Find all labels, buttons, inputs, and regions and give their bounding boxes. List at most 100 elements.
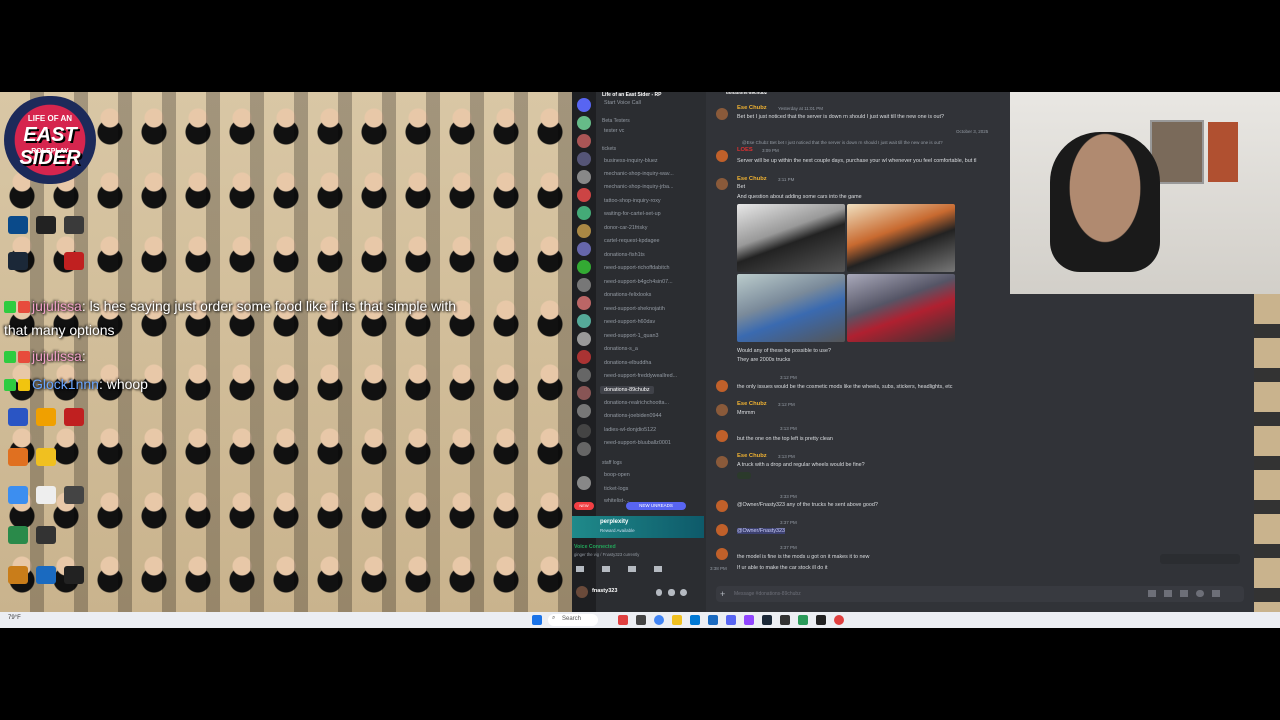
folder-icon[interactable] <box>36 448 56 466</box>
server-icon[interactable] <box>577 224 591 238</box>
fortnite-icon[interactable] <box>8 486 28 504</box>
discord-icon[interactable] <box>726 615 736 625</box>
promo-banner[interactable]: perplexity Reward Available <box>572 516 704 538</box>
channel-item[interactable]: mechanic-shop-inquiry-jrba... <box>604 184 674 190</box>
channel-item[interactable]: donations-elbuddha <box>604 360 651 366</box>
channel-item[interactable]: Start Voice Call <box>604 100 641 106</box>
server-icon[interactable] <box>577 134 591 148</box>
server-icon[interactable] <box>577 386 591 400</box>
channel-item[interactable]: business-inquiry-bluez <box>604 158 658 164</box>
channel-item-active[interactable]: donations-89chubz <box>600 386 654 394</box>
mic-icon[interactable] <box>656 589 662 596</box>
channel-item[interactable]: need-support-sheknojatih <box>604 306 665 312</box>
app-icon[interactable] <box>64 252 84 270</box>
username[interactable]: Ese Chubz <box>737 401 767 407</box>
channel-item[interactable]: ladies-wl-donjdio5122 <box>604 427 656 433</box>
app-icon[interactable] <box>36 526 56 544</box>
username[interactable]: Ese Chubz <box>737 176 767 182</box>
apps-icon[interactable] <box>1212 590 1220 597</box>
avatar[interactable] <box>716 430 728 442</box>
username[interactable]: LOES <box>737 147 753 153</box>
gift-icon[interactable] <box>1148 590 1156 597</box>
file-explorer-icon[interactable] <box>672 615 682 625</box>
channel-item[interactable]: boop-open <box>604 472 630 478</box>
channel-item[interactable]: need-support-h60dav <box>604 319 655 325</box>
channel-item[interactable]: need-support-bluuballz0001 <box>604 440 671 446</box>
username[interactable]: Ese Chubz <box>737 453 767 459</box>
channel-item[interactable]: mechanic-shop-inquiry-wav... <box>604 171 674 177</box>
activity-icon[interactable] <box>628 566 636 572</box>
channel-item[interactable]: need-support-1_quan3 <box>604 333 659 339</box>
edge-icon[interactable] <box>690 615 700 625</box>
channel-item[interactable]: need-support-freddyweallred... <box>604 373 677 379</box>
ubisoft-icon[interactable] <box>8 408 28 426</box>
channel-item[interactable]: need-support-richoffdabitch <box>604 265 670 271</box>
app-icon[interactable] <box>618 615 628 625</box>
reply-preview[interactable]: @Ese Chubz Bet bet I just noticed that t… <box>742 140 943 145</box>
channel-item[interactable]: donations-realrichchootta... <box>604 400 669 406</box>
channel-category[interactable]: tickets <box>602 146 616 152</box>
channel-item[interactable]: tester vc <box>604 128 624 134</box>
obs-icon[interactable] <box>780 615 790 625</box>
emoji-icon[interactable] <box>1196 590 1204 597</box>
server-icon[interactable] <box>577 332 591 346</box>
channel-item[interactable]: need-support-b4gch4sin07... <box>604 279 673 285</box>
avatar[interactable] <box>716 500 728 512</box>
channel-item[interactable]: donations-joebiden0944 <box>604 413 662 419</box>
server-icon[interactable] <box>577 170 591 184</box>
app-icon[interactable] <box>8 526 28 544</box>
avatar[interactable] <box>716 456 728 468</box>
server-icon[interactable] <box>577 278 591 292</box>
new-unreads-badge[interactable]: NEW UNREADS <box>626 502 686 510</box>
channel-item[interactable]: donations-s_a <box>604 346 638 352</box>
car-image[interactable] <box>737 204 845 272</box>
car-image[interactable] <box>847 204 955 272</box>
store-icon[interactable] <box>708 615 718 625</box>
server-name[interactable]: Life of an East Sider - RP <box>602 92 661 98</box>
app-icon[interactable] <box>64 408 84 426</box>
avatar[interactable] <box>716 108 728 120</box>
steam-icon[interactable] <box>762 615 772 625</box>
steam-icon[interactable] <box>8 252 28 270</box>
server-icon[interactable] <box>577 442 591 456</box>
server-icon[interactable] <box>577 404 591 418</box>
app-icon[interactable] <box>798 615 808 625</box>
message-input[interactable]: Message #donations-89chubz <box>734 591 801 597</box>
server-icon[interactable] <box>577 260 591 274</box>
server-icon[interactable] <box>577 476 591 490</box>
server-icon[interactable] <box>577 242 591 256</box>
app-icon[interactable] <box>64 566 84 584</box>
avatar[interactable] <box>716 150 728 162</box>
reaction-chip[interactable] <box>737 472 751 479</box>
search-box[interactable]: ⌕ Search <box>548 614 598 626</box>
folder-icon[interactable] <box>36 408 56 426</box>
server-icon[interactable] <box>577 314 591 328</box>
server-icon[interactable] <box>577 206 591 220</box>
avatar[interactable] <box>716 178 728 190</box>
channel-item[interactable]: donations-felixlooks <box>604 292 651 298</box>
car-image[interactable] <box>737 274 845 342</box>
channel-category[interactable]: Beta Testers <box>602 118 630 124</box>
server-icon[interactable] <box>577 350 591 364</box>
car-image[interactable] <box>847 274 955 342</box>
server-icon[interactable] <box>577 152 591 166</box>
channel-item[interactable]: tattoo-shop-inquiry-roxy <box>604 198 661 204</box>
video-icon[interactable] <box>576 566 584 572</box>
message-actions[interactable] <box>1160 554 1240 564</box>
app-icon[interactable] <box>36 566 56 584</box>
task-view-icon[interactable] <box>636 615 646 625</box>
epic-games-icon[interactable] <box>36 216 56 234</box>
channel-item[interactable]: donations-fish1ts <box>604 252 645 258</box>
weather[interactable]: 79°F <box>8 615 21 621</box>
server-icon[interactable] <box>577 98 591 112</box>
logitech-icon[interactable] <box>8 216 28 234</box>
channel-item[interactable]: ticket-logs <box>604 486 628 492</box>
chrome-icon[interactable] <box>654 615 664 625</box>
voice-status[interactable]: Voice Connected <box>574 544 616 550</box>
avatar[interactable] <box>576 586 588 598</box>
server-icon[interactable] <box>577 296 591 310</box>
server-icon[interactable] <box>577 368 591 382</box>
settings-gear-icon[interactable] <box>680 589 687 596</box>
channel-item[interactable]: waiting-for-cartel-set-up <box>604 211 661 217</box>
server-icon[interactable] <box>577 116 591 130</box>
